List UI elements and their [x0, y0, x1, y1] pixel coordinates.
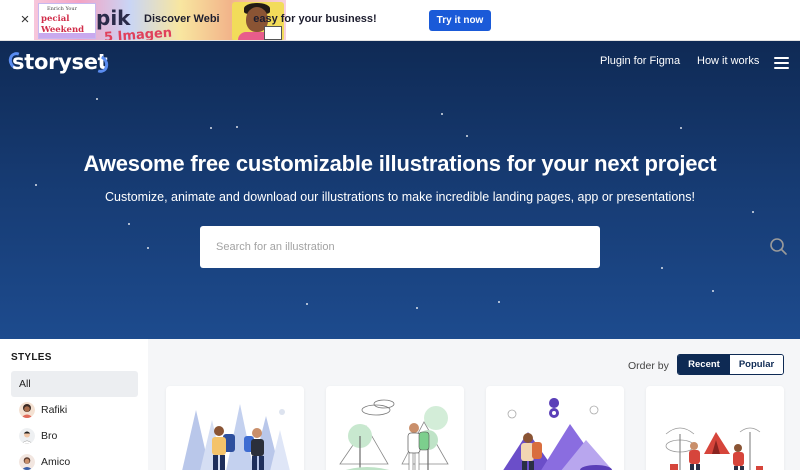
style-item-bro[interactable]: Bro: [11, 423, 138, 449]
hikers-illustration: [182, 404, 290, 470]
style-item-label: All: [19, 378, 31, 390]
search-box: [200, 226, 787, 268]
bro-avatar-icon: [19, 428, 35, 444]
star-dot: [236, 126, 238, 128]
style-item-label: Amico: [41, 456, 71, 468]
style-item-all[interactable]: All: [11, 371, 138, 397]
star-dot: [306, 303, 308, 305]
star-dot: [712, 290, 714, 292]
hero-subtitle: Customize, animate and download our illu…: [105, 190, 695, 204]
order-popular-button[interactable]: Popular: [730, 355, 783, 374]
star-dot: [752, 211, 754, 213]
star-dot: [147, 247, 149, 249]
style-item-rafiki[interactable]: Rafiki: [11, 397, 138, 423]
nav-link-plugin-figma[interactable]: Plugin for Figma: [600, 55, 680, 67]
style-item-label: Bro: [41, 430, 58, 442]
ad-promo-stripe: [39, 33, 95, 38]
rafiki-avatar-icon: [19, 402, 35, 418]
camping-illustration: [665, 427, 763, 470]
star-dot: [466, 135, 468, 137]
forest-illustration: [339, 399, 449, 470]
illustration-card-forest[interactable]: [326, 386, 464, 470]
ad-promo-small-text: Enrich Your: [47, 6, 77, 12]
amico-avatar-icon: [19, 454, 35, 470]
order-recent-button[interactable]: Recent: [678, 355, 730, 374]
order-toggle: Recent Popular: [677, 354, 784, 375]
ad-laptop-icon: [264, 26, 282, 40]
ad-cta-button[interactable]: Try it now: [429, 10, 491, 31]
style-item-label: Rafiki: [41, 404, 68, 416]
ad-text[interactable]: Discover Webi easy for your business!: [144, 13, 377, 25]
styles-heading: STYLES: [11, 352, 52, 363]
search-input[interactable]: [200, 226, 560, 268]
search-icon[interactable]: [768, 226, 790, 268]
styles-sidebar: STYLES All Rafiki Bro Amico: [0, 339, 148, 470]
ad-close-button[interactable]: ×: [15, 10, 35, 30]
star-dot: [210, 127, 212, 129]
top-nav: storyset Plugin for Figma How it works: [0, 41, 800, 83]
star-dot: [661, 267, 663, 269]
illustration-card-hikers[interactable]: [166, 386, 304, 470]
hamburger-menu-icon[interactable]: [774, 57, 789, 69]
illustrations-main: Order by Recent Popular: [148, 339, 800, 470]
star-dot: [680, 127, 682, 129]
order-by-label: Order by: [628, 360, 669, 372]
star-dot: [416, 307, 418, 309]
travel-illustration: [503, 398, 613, 470]
ad-promo-card: Enrich Your pecial Weekend: [38, 3, 96, 39]
nav-link-how-it-works[interactable]: How it works: [697, 55, 759, 67]
ad-promo-line1: pecial: [41, 14, 70, 24]
hero-title: Awesome free customizable illustrations …: [83, 151, 717, 176]
star-dot: [498, 301, 500, 303]
star-dot: [96, 98, 98, 100]
illustration-card-travel[interactable]: [486, 386, 624, 470]
star-dot: [35, 184, 37, 186]
ad-brand-text: pik: [96, 6, 131, 30]
ad-banner: × Enrich Your pecial Weekend pik 5 Image…: [0, 0, 800, 41]
style-item-amico[interactable]: Amico: [11, 449, 138, 470]
star-dot: [441, 113, 443, 115]
hero-section: storyset Plugin for Figma How it works A…: [0, 41, 800, 339]
star-dot: [128, 223, 130, 225]
illustration-card-camping[interactable]: [646, 386, 784, 470]
